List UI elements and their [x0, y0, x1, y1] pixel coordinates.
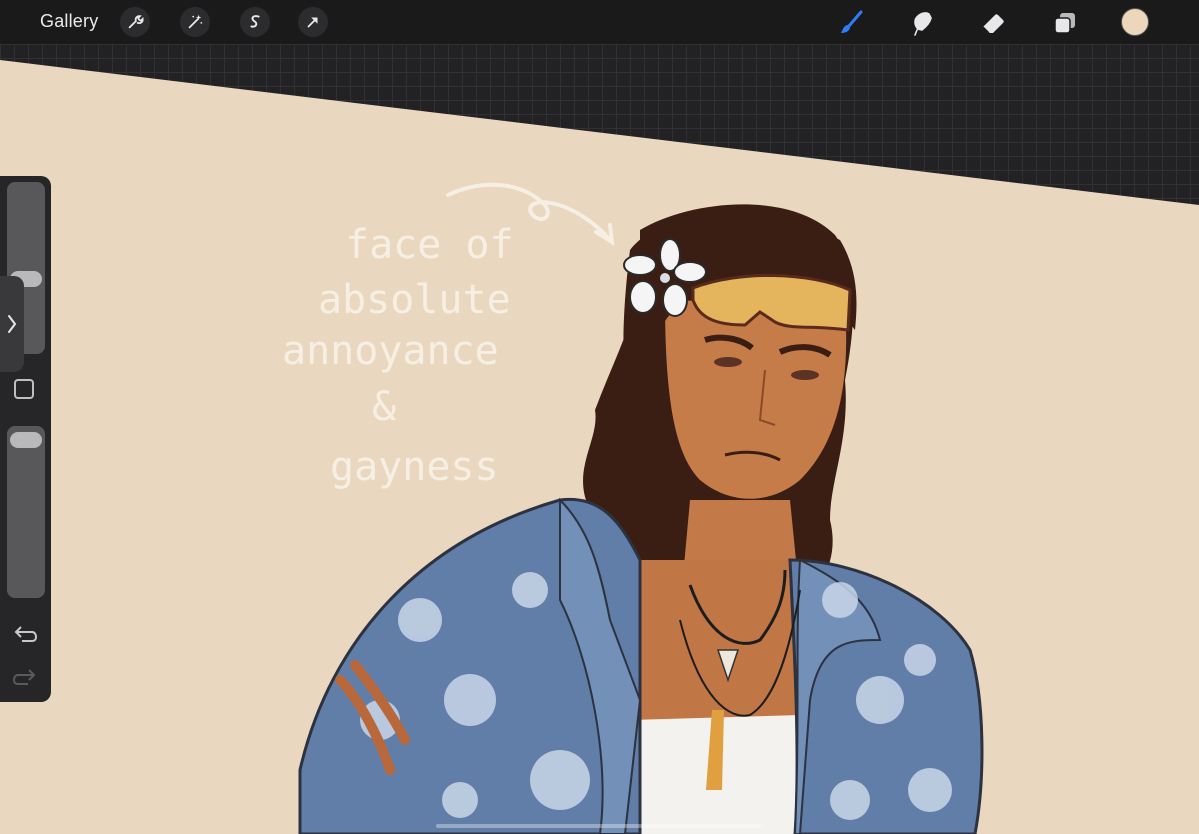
- note-line-5: gayness: [330, 444, 499, 490]
- layers-icon[interactable]: [1049, 7, 1081, 39]
- chevron-right-icon: [8, 315, 17, 333]
- home-indicator: [436, 824, 764, 828]
- note-line-2: absolute: [318, 277, 511, 323]
- undo-arrow-icon[interactable]: [12, 623, 38, 645]
- opacity-thumb[interactable]: [10, 432, 42, 448]
- square-modify-icon[interactable]: [14, 379, 34, 399]
- actions-wrench-icon[interactable]: [120, 7, 150, 37]
- top-toolbar: Gallery: [0, 0, 1199, 44]
- selection-s-icon[interactable]: [240, 7, 270, 37]
- note-line-1: face of: [345, 222, 514, 268]
- artwork-canvas[interactable]: face of absolute annoyance & gayness: [0, 44, 1199, 834]
- adjustments-wand-icon[interactable]: [180, 7, 210, 37]
- opacity-slider[interactable]: [7, 426, 45, 598]
- note-line-4: &: [372, 384, 396, 430]
- canvas-area[interactable]: face of absolute annoyance & gayness: [0, 44, 1199, 834]
- note-line-3: annoyance: [282, 328, 499, 374]
- color-picker-swatch[interactable]: [1121, 8, 1149, 36]
- sidebar-collapse-tab[interactable]: [0, 276, 24, 372]
- brush-icon[interactable]: [835, 7, 867, 39]
- gallery-button[interactable]: Gallery: [40, 11, 98, 32]
- eraser-icon[interactable]: [977, 7, 1009, 39]
- transform-arrow-icon[interactable]: [298, 7, 328, 37]
- smudge-icon[interactable]: [906, 7, 938, 39]
- brush-sidebar: [0, 176, 51, 702]
- redo-arrow-icon[interactable]: [12, 666, 38, 688]
